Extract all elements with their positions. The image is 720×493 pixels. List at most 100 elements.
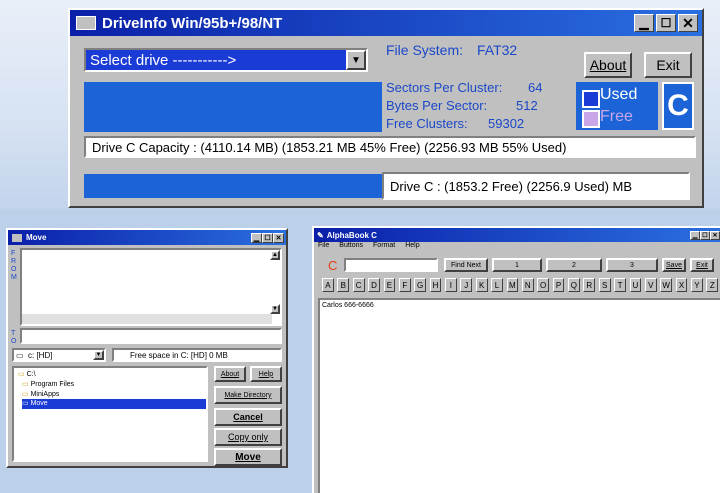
- menu-buttons[interactable]: Buttons: [339, 242, 363, 253]
- search-input[interactable]: [344, 258, 438, 272]
- letter-bar: ABCDEFGHIJKLMNOPQRSTUVWXYZ: [322, 278, 719, 294]
- letter-button-q[interactable]: Q: [568, 278, 580, 292]
- copy-only-button[interactable]: Copy only: [214, 428, 282, 446]
- horizontal-scrollbar[interactable]: [22, 314, 272, 324]
- letter-button-y[interactable]: Y: [691, 278, 703, 292]
- entry-text: Carlos 666-6666: [322, 302, 374, 309]
- letter-button-e[interactable]: E: [383, 278, 396, 292]
- letter-button-a[interactable]: A: [322, 278, 334, 292]
- to-field[interactable]: [20, 328, 282, 344]
- find-next-button[interactable]: Find Next: [444, 258, 488, 272]
- letter-button-o[interactable]: O: [537, 278, 550, 292]
- letter-button-j[interactable]: J: [460, 278, 473, 292]
- close-button[interactable]: ✕: [678, 14, 698, 32]
- move-window: Move ▁ ☐ ✕ FROM ▲ ▼ TO ▭ c: [HD] ▼ Free …: [6, 228, 288, 468]
- entries-area[interactable]: Carlos 666-6666: [318, 298, 720, 493]
- file-system-label: File System:: [386, 42, 464, 58]
- window-title: DriveInfo Win/95b+/98/NT: [102, 14, 283, 32]
- about-button[interactable]: About: [214, 366, 246, 382]
- page-button-1[interactable]: 1: [492, 258, 542, 272]
- capacity-field: Drive C Capacity : (4110.14 MB) (1853.21…: [84, 136, 696, 158]
- drive-letter-box: C: [662, 82, 694, 130]
- bytes-value: 512: [516, 98, 538, 113]
- cancel-button[interactable]: Cancel: [214, 408, 282, 426]
- app-icon: ✎: [317, 230, 324, 240]
- dropdown-button[interactable]: ▼: [346, 50, 366, 70]
- legend-free: Free: [600, 108, 633, 125]
- help-button[interactable]: Help: [250, 366, 282, 382]
- drive-select-value: Select drive ----------->: [90, 52, 237, 69]
- letter-button-c[interactable]: C: [352, 278, 365, 292]
- maximize-button[interactable]: ☐: [656, 14, 676, 32]
- from-list[interactable]: ▲ ▼: [20, 248, 282, 326]
- close-button[interactable]: ✕: [710, 230, 720, 240]
- drive-select[interactable]: Select drive -----------> ▼: [84, 48, 368, 72]
- letter-button-s[interactable]: S: [598, 278, 611, 292]
- from-label: FROM: [11, 250, 17, 281]
- letter-button-h[interactable]: H: [429, 278, 442, 292]
- make-directory-button[interactable]: Make Directory: [214, 386, 282, 404]
- letter-button-k[interactable]: K: [475, 278, 488, 292]
- letter-button-v[interactable]: V: [644, 278, 657, 292]
- used-swatch: [582, 90, 600, 108]
- folder-item-selected[interactable]: ▭ Move: [22, 399, 206, 409]
- scroll-up-button[interactable]: ▲: [270, 250, 280, 260]
- letter-button-x[interactable]: X: [675, 278, 688, 292]
- page-button-2[interactable]: 2: [546, 258, 602, 272]
- menu-bar: File Buttons Format Help: [314, 242, 720, 253]
- letter-button-g[interactable]: G: [414, 278, 427, 292]
- exit-button[interactable]: Exit: [644, 52, 692, 78]
- app-icon: [76, 16, 96, 30]
- minimize-button[interactable]: ▁: [690, 230, 700, 240]
- page-button-3[interactable]: 3: [606, 258, 658, 272]
- letter-button-u[interactable]: U: [629, 278, 642, 292]
- app-icon: [12, 233, 22, 242]
- drive-letter: C: [667, 89, 689, 122]
- letter-button-t[interactable]: T: [614, 278, 626, 292]
- letter-button-m[interactable]: M: [506, 278, 519, 292]
- letter-button-f[interactable]: F: [398, 278, 411, 292]
- folder-tree[interactable]: ▭ C:\ ▭ Program Files ▭ MiniApps ▭ Move: [12, 366, 208, 462]
- menu-format[interactable]: Format: [373, 242, 395, 253]
- window-title: AlphaBook C: [326, 230, 377, 240]
- maximize-button[interactable]: ☐: [262, 232, 273, 243]
- letter-button-r[interactable]: R: [583, 278, 596, 292]
- letter-button-d[interactable]: D: [368, 278, 380, 292]
- driveinfo-window: DriveInfo Win/95b+/98/NT ▁ ☐ ✕ Select dr…: [68, 8, 704, 208]
- maximize-button[interactable]: ☐: [700, 230, 710, 240]
- close-button[interactable]: ✕: [273, 232, 284, 243]
- letter-button-p[interactable]: P: [552, 278, 565, 292]
- move-titlebar[interactable]: Move ▁ ☐ ✕: [8, 230, 286, 245]
- scroll-down-button[interactable]: ▼: [270, 304, 280, 314]
- save-button[interactable]: Save: [662, 258, 686, 272]
- letter-button-l[interactable]: L: [491, 278, 503, 292]
- drive-combo[interactable]: ▭ c: [HD] ▼: [12, 348, 106, 362]
- alphabook-titlebar[interactable]: ✎ AlphaBook C ▁ ☐ ✕: [314, 228, 720, 242]
- folder-item[interactable]: ▭ C:\: [18, 370, 36, 378]
- minimize-button[interactable]: ▁: [634, 14, 654, 32]
- letter-button-w[interactable]: W: [660, 278, 673, 292]
- minimize-button[interactable]: ▁: [251, 232, 262, 243]
- driveinfo-titlebar[interactable]: DriveInfo Win/95b+/98/NT ▁ ☐ ✕: [70, 10, 702, 36]
- move-button[interactable]: Move: [214, 448, 282, 466]
- free-space-field: Free space in C: [HD] 0 MB: [112, 348, 282, 362]
- about-button[interactable]: About: [584, 52, 632, 78]
- exit-button[interactable]: Exit: [690, 258, 714, 272]
- dropdown-button[interactable]: ▼: [93, 350, 104, 360]
- menu-file[interactable]: File: [318, 242, 329, 253]
- drive-icon: ▭: [16, 351, 24, 360]
- folder-item[interactable]: ▭ MiniApps: [22, 390, 59, 398]
- letter-button-b[interactable]: B: [337, 278, 350, 292]
- folder-icon: ▭: [18, 371, 25, 378]
- free-clusters-value: 59302: [488, 116, 525, 131]
- folder-item[interactable]: ▭ Program Files: [22, 380, 74, 388]
- letter-button-n[interactable]: N: [521, 278, 534, 292]
- letter-button-z[interactable]: Z: [706, 278, 719, 292]
- folder-icon: ▭: [22, 391, 29, 398]
- menu-help[interactable]: Help: [405, 242, 419, 253]
- alphabook-window: ✎ AlphaBook C ▁ ☐ ✕ File Buttons Format …: [312, 226, 720, 493]
- free-swatch: [582, 110, 600, 128]
- free-clusters-label: Free Clusters:: [386, 116, 468, 131]
- letter-button-i[interactable]: I: [445, 278, 457, 292]
- summary-text: Drive C : (1853.2 Free) (2256.9 Used) MB: [390, 179, 633, 194]
